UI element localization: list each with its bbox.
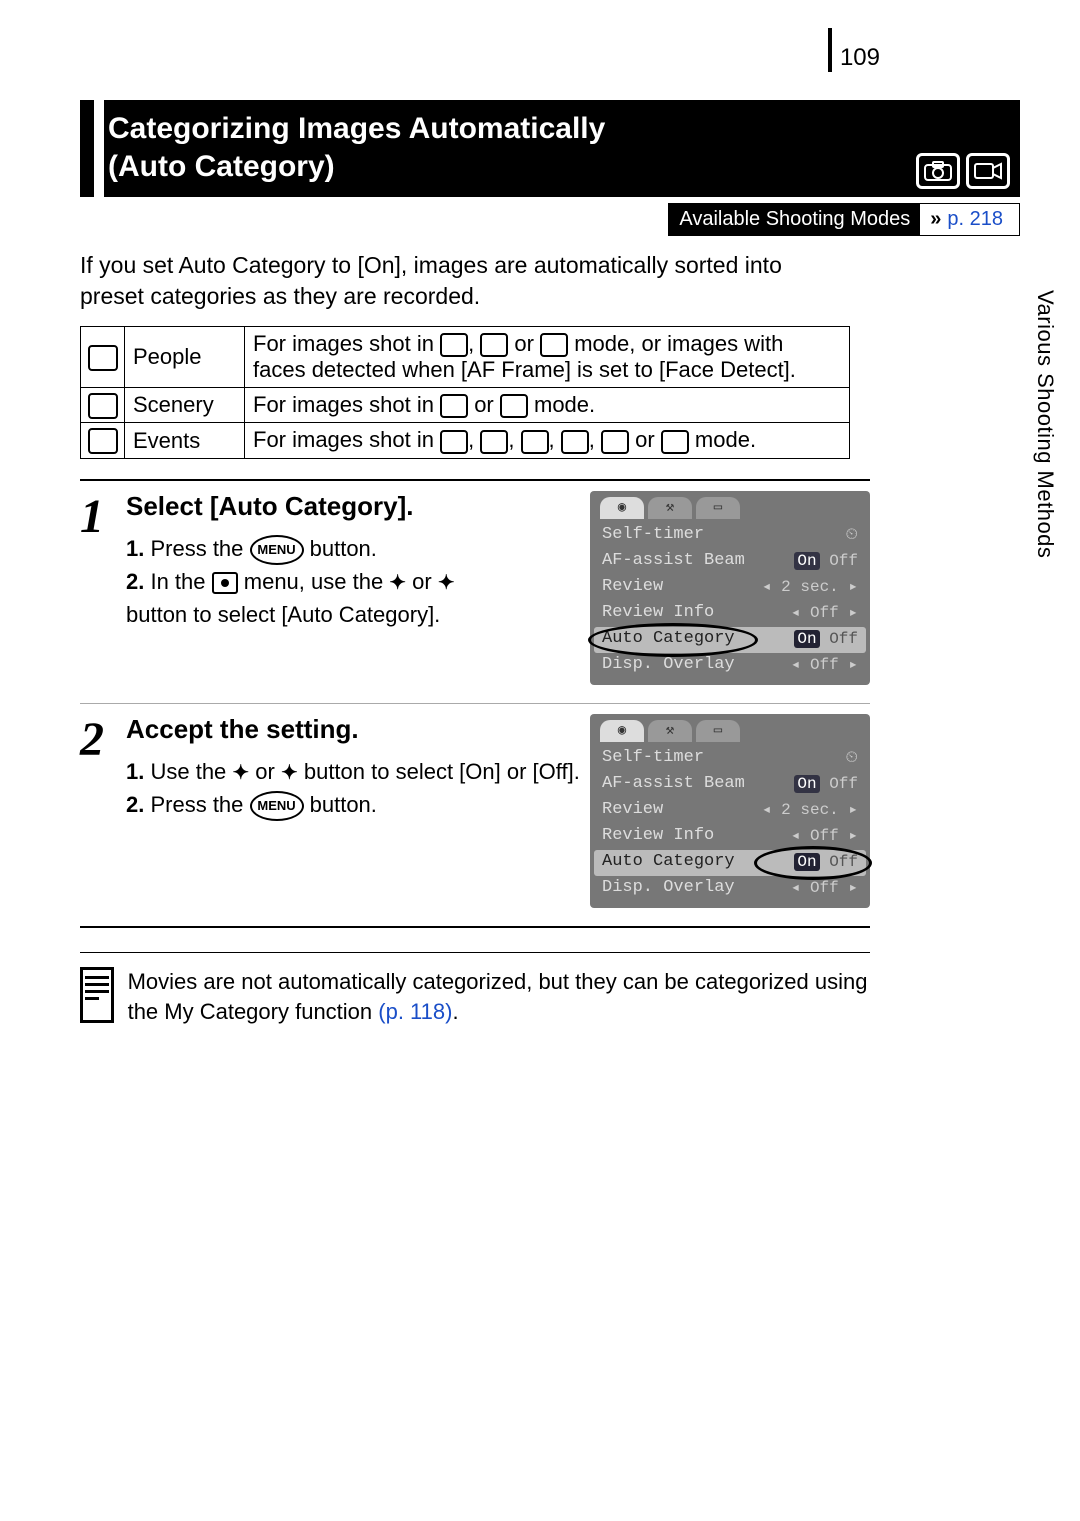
mode-icon bbox=[480, 430, 508, 454]
page-title-block: Categorizing Images Automatically (Auto … bbox=[80, 100, 1020, 197]
table-row: Events For images shot in , , , , or mod… bbox=[81, 423, 850, 458]
mode-icon bbox=[480, 333, 508, 357]
note-link[interactable]: (p. 118) bbox=[378, 999, 452, 1024]
note-icon bbox=[80, 967, 114, 1023]
step-title: Accept the setting. bbox=[126, 714, 580, 745]
page-number: 109 bbox=[828, 28, 880, 72]
mode-icon bbox=[540, 333, 568, 357]
mode-icon bbox=[601, 430, 629, 454]
step-title: Select [Auto Category]. bbox=[126, 491, 580, 522]
mode-icon bbox=[561, 430, 589, 454]
down-arrow-icon: ✦ bbox=[438, 572, 455, 594]
lcd-tab-tools-icon: ⚒ bbox=[648, 720, 692, 742]
step-number: 2 bbox=[80, 714, 126, 908]
category-name: People bbox=[125, 327, 245, 388]
events-icon bbox=[88, 428, 118, 454]
mode-icon bbox=[440, 430, 468, 454]
category-desc: For images shot in , or mode, or images … bbox=[245, 327, 850, 388]
step-instructions: 1. Press the MENU button. 2. In the menu… bbox=[126, 532, 580, 631]
available-modes-link[interactable]: »p. 218 bbox=[920, 204, 1019, 235]
section-tab-label: Various Shooting Methods bbox=[1032, 290, 1058, 558]
mode-icon bbox=[661, 430, 689, 454]
mode-icon bbox=[500, 394, 528, 418]
movie-icon bbox=[966, 153, 1010, 189]
right-arrow-icon: ✦ bbox=[281, 762, 298, 784]
note-text: Movies are not automatically categorized… bbox=[128, 967, 870, 1029]
category-name: Scenery bbox=[125, 388, 245, 423]
table-row: Scenery For images shot in or mode. bbox=[81, 388, 850, 423]
mode-icon bbox=[440, 394, 468, 418]
lcd-tab-print-icon: ▭ bbox=[696, 497, 740, 519]
lcd-tab-print-icon: ▭ bbox=[696, 720, 740, 742]
camera-icon bbox=[916, 153, 960, 189]
intro-text: If you set Auto Category to [On], images… bbox=[80, 250, 850, 312]
table-row: People For images shot in , or mode, or … bbox=[81, 327, 850, 388]
menu-button-icon: MENU bbox=[250, 791, 304, 821]
available-modes-label: Available Shooting Modes bbox=[669, 204, 920, 235]
people-icon bbox=[88, 345, 118, 371]
lcd-tab-tools-icon: ⚒ bbox=[648, 497, 692, 519]
scenery-icon bbox=[88, 393, 118, 419]
category-table: People For images shot in , or mode, or … bbox=[80, 326, 850, 459]
mode-icon bbox=[521, 430, 549, 454]
steps: 1 Select [Auto Category]. 1. Press the M… bbox=[80, 479, 870, 928]
step-instructions: 1. Use the ✦ or ✦ button to select [On] … bbox=[126, 755, 580, 821]
step-1: 1 Select [Auto Category]. 1. Press the M… bbox=[80, 481, 870, 703]
up-arrow-icon: ✦ bbox=[389, 572, 406, 594]
category-name: Events bbox=[125, 423, 245, 458]
lcd-tab-camera-icon: ◉ bbox=[600, 720, 644, 742]
category-desc: For images shot in or mode. bbox=[245, 388, 850, 423]
menu-button-icon: MENU bbox=[250, 535, 304, 565]
rec-menu-icon bbox=[212, 572, 238, 594]
step-2: 2 Accept the setting. 1. Use the ✦ or ✦ … bbox=[80, 703, 870, 926]
lcd-screenshot-2: ◉ ⚒ ▭ Self-timer⏲ AF-assist BeamOn Off R… bbox=[590, 714, 870, 908]
note: Movies are not automatically categorized… bbox=[80, 952, 870, 1029]
page-title: Categorizing Images Automatically (Auto … bbox=[104, 100, 1020, 197]
mode-icon bbox=[440, 333, 468, 357]
lcd-tab-camera-icon: ◉ bbox=[600, 497, 644, 519]
step-number: 1 bbox=[80, 491, 126, 685]
left-arrow-icon: ✦ bbox=[232, 762, 249, 784]
category-desc: For images shot in , , , , or mode. bbox=[245, 423, 850, 458]
lcd-screenshot-1: ◉ ⚒ ▭ Self-timer⏲ AF-assist BeamOn Off R… bbox=[590, 491, 870, 685]
available-modes-box: Available Shooting Modes »p. 218 bbox=[668, 203, 1020, 236]
